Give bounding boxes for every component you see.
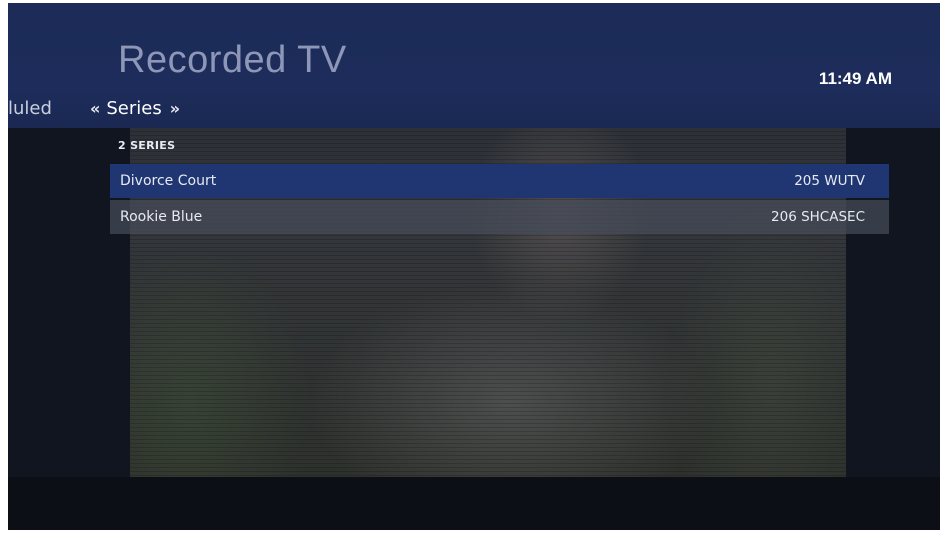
bottom-shade <box>8 477 940 530</box>
list-item-divorce-court[interactable]: Divorce Court 205 WUTV <box>110 164 889 198</box>
media-center-screen: Recorded TV 11:49 AM luled « Series » 2 … <box>8 3 940 530</box>
pivot-navigation: « Series » <box>90 98 180 119</box>
list-item-rookie-blue[interactable]: Rookie Blue 206 SHCASEC <box>110 200 889 234</box>
chevron-left-icon[interactable]: « <box>90 99 100 118</box>
page-title: Recorded TV <box>118 39 347 81</box>
series-title: Divorce Court <box>120 173 217 189</box>
series-channel: 206 SHCASEC <box>771 209 865 225</box>
pivot-previous[interactable]: luled <box>8 98 52 119</box>
series-channel: 205 WUTV <box>794 173 865 189</box>
clock: 11:49 AM <box>818 69 892 88</box>
chevron-right-icon[interactable]: » <box>170 99 180 118</box>
series-list: Divorce Court 205 WUTV Rookie Blue 206 S… <box>110 164 889 236</box>
series-title: Rookie Blue <box>120 209 203 225</box>
series-count: 2 SERIES <box>118 139 176 152</box>
pivot-current[interactable]: Series <box>106 98 161 119</box>
header-band: Recorded TV 11:49 AM luled « Series » <box>8 3 940 128</box>
